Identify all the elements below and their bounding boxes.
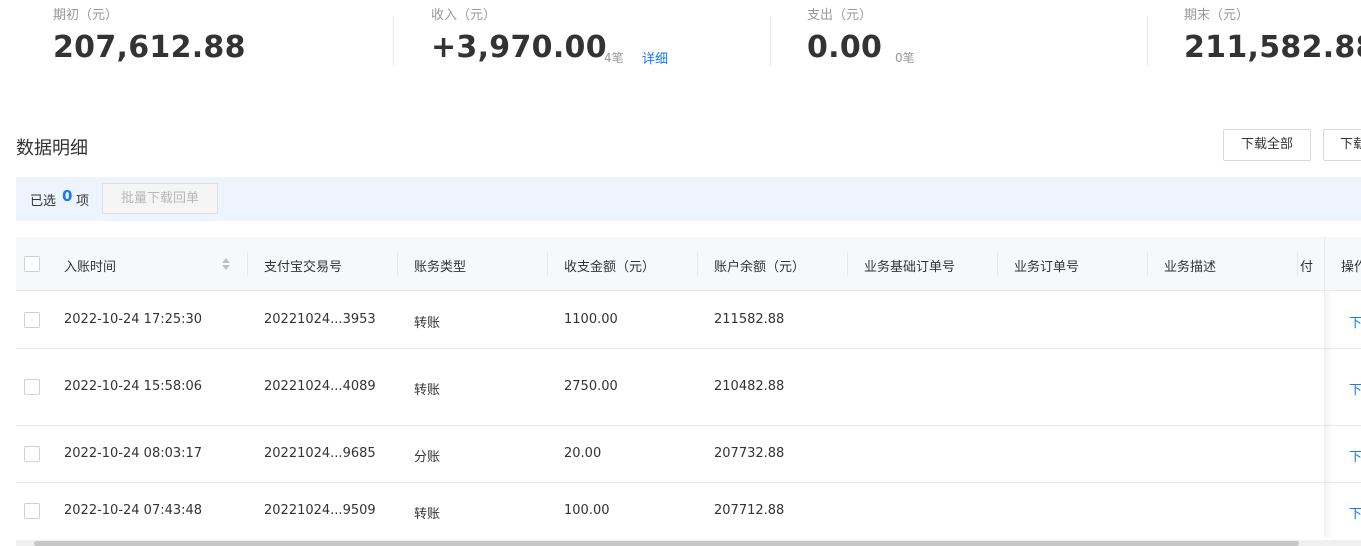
- summary-divider: [1147, 16, 1148, 66]
- download-all-button[interactable]: 下载全部: [1223, 129, 1311, 161]
- opening-balance: 期初（元） 207,612.88: [53, 0, 373, 80]
- cell-trade-no: 20221024...9509: [264, 503, 376, 518]
- cell-balance: 207712.88: [714, 503, 785, 518]
- income-count: 4笔: [604, 51, 624, 65]
- download-receipt-link[interactable]: 下: [1349, 312, 1361, 331]
- cell-amount: 2750.00: [564, 379, 618, 394]
- cell-type: 转账: [414, 316, 441, 331]
- cell-balance: 207732.88: [714, 446, 785, 461]
- cell-time: 2022-10-24 15:58:06: [64, 379, 203, 394]
- table-row[interactable]: 2022-10-24 17:25:30 20221024...3953 转账 1…: [16, 292, 1361, 349]
- download-receipt-link[interactable]: 下: [1349, 379, 1361, 398]
- cell-trade-no: 20221024...4089: [264, 379, 376, 394]
- cell-balance: 211582.88: [714, 312, 785, 327]
- selection-suffix: 项: [76, 194, 90, 209]
- income-detail-link[interactable]: 详细: [642, 48, 668, 67]
- table-row[interactable]: 2022-10-24 15:58:06 20221024...4089 转账 2…: [16, 349, 1361, 426]
- cell-time: 2022-10-24 08:03:17: [64, 446, 203, 461]
- opening-balance-value: 207,612.88: [53, 30, 246, 65]
- column-header-description: 业务描述: [1164, 260, 1217, 275]
- column-header-operation: 操作: [1341, 260, 1361, 275]
- summary-divider: [770, 16, 771, 66]
- transactions-table: 入账时间 支付宝交易号 账务类型 收支金额（元） 账户余额（元） 业务基础订单号…: [16, 237, 1361, 546]
- selection-count: 0: [62, 187, 73, 205]
- table-row[interactable]: 2022-10-24 07:43:48 20221024...9509 转账 1…: [16, 483, 1361, 540]
- income-label: 收入（元）: [431, 8, 497, 23]
- column-header-base-order-no: 业务基础订单号: [864, 260, 956, 275]
- cell-amount: 20.00: [564, 446, 602, 461]
- row-checkbox[interactable]: [24, 503, 40, 519]
- closing-balance-value: 211,582.88: [1184, 30, 1361, 65]
- column-header-balance: 账户余额（元）: [714, 260, 806, 275]
- column-divider: [697, 252, 698, 276]
- expense-total: 支出（元） 0.00 0笔: [807, 0, 1127, 80]
- download-receipt-link[interactable]: 下: [1349, 446, 1361, 465]
- batch-download-receipts-button[interactable]: 批量下载回单: [102, 183, 218, 214]
- table-horizontal-scrollbar[interactable]: [16, 540, 1361, 546]
- expense-label: 支出（元）: [807, 8, 873, 23]
- column-header-order-no: 业务订单号: [1014, 260, 1080, 275]
- balance-summary: 期初（元） 207,612.88 收入（元） +3,970.00 4笔 详细 支…: [0, 0, 1361, 80]
- selection-prefix: 已选: [30, 194, 57, 209]
- download-button[interactable]: 下载: [1323, 129, 1361, 161]
- row-checkbox[interactable]: [24, 312, 40, 328]
- income-total: 收入（元） +3,970.00 4笔 详细: [431, 0, 751, 80]
- closing-balance: 期末（元） 211,582.88: [1184, 0, 1361, 80]
- cell-time: 2022-10-24 07:43:48: [64, 503, 203, 518]
- cell-amount: 100.00: [564, 503, 610, 518]
- column-header-trade-no: 支付宝交易号: [264, 260, 343, 275]
- column-divider: [1297, 252, 1298, 276]
- selection-bar: 已选 0 项 批量下载回单: [16, 177, 1361, 221]
- column-header-truncated: 付: [1300, 260, 1314, 275]
- section-title: 数据明细: [16, 138, 88, 159]
- column-divider: [547, 252, 548, 276]
- column-divider: [247, 252, 248, 276]
- cell-type: 分账: [414, 450, 441, 465]
- expense-count: 0笔: [895, 51, 915, 65]
- column-divider: [847, 252, 848, 276]
- download-receipt-link[interactable]: 下: [1349, 503, 1361, 522]
- operation-column-header: 操作: [1325, 237, 1361, 291]
- expense-value: 0.00: [807, 30, 883, 65]
- scrollbar-thumb[interactable]: [34, 541, 1299, 546]
- row-checkbox[interactable]: [24, 446, 40, 462]
- cell-time: 2022-10-24 17:25:30: [64, 312, 203, 327]
- cell-trade-no: 20221024...3953: [264, 312, 376, 327]
- opening-balance-label: 期初（元）: [53, 8, 119, 23]
- closing-balance-label: 期末（元）: [1184, 8, 1250, 23]
- account-bill-page: 期初（元） 207,612.88 收入（元） +3,970.00 4笔 详细 支…: [0, 0, 1361, 546]
- column-header-time[interactable]: 入账时间: [64, 256, 116, 275]
- row-checkbox[interactable]: [24, 379, 40, 395]
- column-header-amount: 收支金额（元）: [564, 260, 656, 275]
- sort-icon[interactable]: [221, 256, 231, 272]
- cell-balance: 210482.88: [714, 379, 785, 394]
- income-value: +3,970.00: [431, 30, 607, 65]
- column-divider: [1147, 252, 1148, 276]
- table-row[interactable]: 2022-10-24 08:03:17 20221024...9685 分账 2…: [16, 426, 1361, 483]
- cell-type: 转账: [414, 383, 441, 398]
- cell-type: 转账: [414, 507, 441, 522]
- cell-trade-no: 20221024...9685: [264, 446, 376, 461]
- summary-divider: [393, 16, 394, 66]
- table-header: 入账时间 支付宝交易号 账务类型 收支金额（元） 账户余额（元） 业务基础订单号…: [16, 237, 1361, 291]
- column-header-type: 账务类型: [414, 260, 467, 275]
- operation-column: 操作 下 下 下 下: [1325, 237, 1361, 537]
- column-divider: [397, 252, 398, 276]
- cell-amount: 1100.00: [564, 312, 618, 327]
- column-divider: [997, 252, 998, 276]
- select-all-checkbox[interactable]: [24, 256, 40, 272]
